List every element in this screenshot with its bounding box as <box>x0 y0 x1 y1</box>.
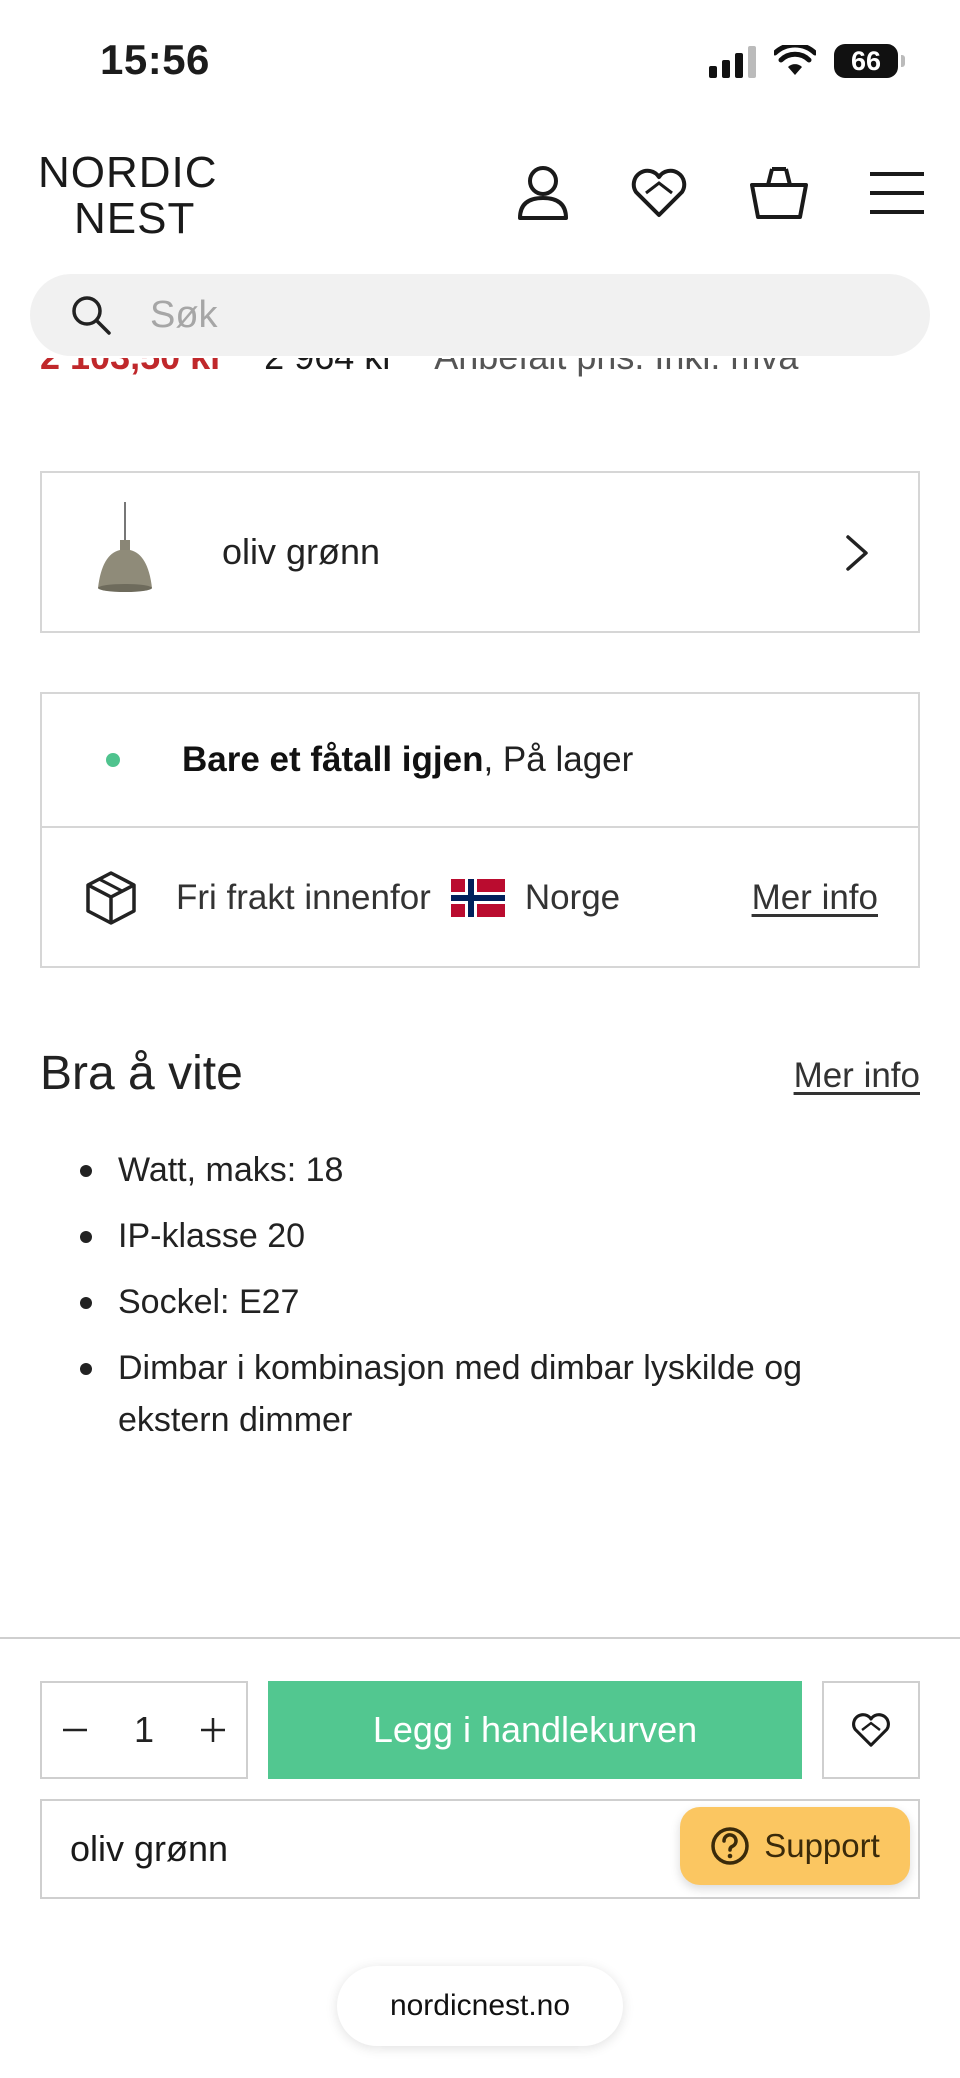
availability-box: Bare et fåtall igjen, På lager Fri frakt… <box>40 692 920 968</box>
user-icon[interactable] <box>516 164 570 222</box>
browser-url: nordicnest.no <box>389 1989 571 2022</box>
battery-level: 66 <box>850 45 882 76</box>
selected-variant-label: oliv grønn <box>70 1828 229 1869</box>
wifi-icon <box>774 45 816 75</box>
logo-line1: NORDIC <box>38 148 218 197</box>
free-shipping-text: Fri frakt innenfor <box>176 878 431 917</box>
variant-label: oliv grønn <box>222 531 381 572</box>
menu-icon[interactable] <box>870 170 924 216</box>
heart-icon[interactable] <box>630 167 688 219</box>
logo-line2: NEST <box>74 194 196 243</box>
add-to-wishlist-button[interactable] <box>822 1681 920 1779</box>
support-button[interactable]: Support <box>680 1807 910 1885</box>
variant-selector[interactable]: oliv grønn <box>40 471 920 633</box>
add-to-cart-button[interactable]: Legg i handlekurven <box>268 1681 802 1779</box>
search-input[interactable] <box>150 293 850 337</box>
basket-icon[interactable] <box>748 165 810 221</box>
good-to-know-heading: Bra å vite <box>40 1047 243 1100</box>
quantity-value[interactable]: 1 <box>134 1709 154 1751</box>
price-note: Anbefalt pris. Inkl. mva <box>434 358 798 378</box>
help-icon <box>711 1827 749 1865</box>
list-item: IP-klasse 20 <box>80 1210 908 1262</box>
minus-icon[interactable] <box>60 1715 90 1745</box>
package-icon <box>86 871 136 925</box>
original-price: 2 964 kr <box>264 358 394 378</box>
header-actions <box>516 164 924 222</box>
sale-price: 2 103,50 kr <box>40 358 224 378</box>
purchase-bar: 1 Legg i handlekurven oliv grønn Support… <box>0 1637 960 2078</box>
stock-status-rest: , På lager <box>483 740 634 779</box>
shipping-row: Fri frakt innenfor Norge Mer info <box>42 828 918 968</box>
chevron-right-icon <box>846 535 868 571</box>
browser-url-pill[interactable]: nordicnest.no <box>337 1966 623 2046</box>
good-to-know-list: Watt, maks: 18 IP-klasse 20 Sockel: E27 … <box>80 1144 908 1460</box>
stock-status-row: Bare et fåtall igjen, På lager <box>42 694 918 828</box>
site-header: NORDIC NEST <box>0 140 960 260</box>
list-item: Dimbar i kombinasjon med dimbar lyskilde… <box>80 1342 908 1446</box>
cellular-signal-icon <box>709 44 756 78</box>
good-to-know-more-info-link[interactable]: Mer info <box>794 1056 920 1096</box>
product-thumbnail <box>90 502 160 602</box>
list-item: Watt, maks: 18 <box>80 1144 908 1196</box>
nordic-nest-logo[interactable]: NORDIC NEST <box>38 150 218 242</box>
heart-icon <box>852 1713 890 1747</box>
search-icon <box>72 296 111 335</box>
search-bar[interactable] <box>30 274 930 356</box>
stock-status-bold: Bare et fåtall igjen <box>182 740 484 779</box>
stock-indicator-dot <box>106 753 120 767</box>
battery-icon: 66 <box>834 44 905 78</box>
status-bar: 15:56 66 <box>0 0 960 125</box>
status-indicators: 66 <box>709 44 905 78</box>
support-label: Support <box>764 1827 880 1864</box>
shipping-more-info-link[interactable]: Mer info <box>752 878 878 918</box>
shipping-country: Norge <box>524 878 621 917</box>
norway-flag-icon <box>450 879 505 917</box>
quantity-stepper: 1 <box>40 1681 248 1779</box>
list-item: Sockel: E27 <box>80 1276 908 1328</box>
status-time: 15:56 <box>100 36 210 83</box>
stock-status: Bare et fåtall igjen, På lager <box>182 740 633 780</box>
plus-icon[interactable] <box>198 1715 228 1745</box>
price-line: 2 103,50 kr 2 964 kr Anbefalt pris. Inkl… <box>0 358 960 392</box>
